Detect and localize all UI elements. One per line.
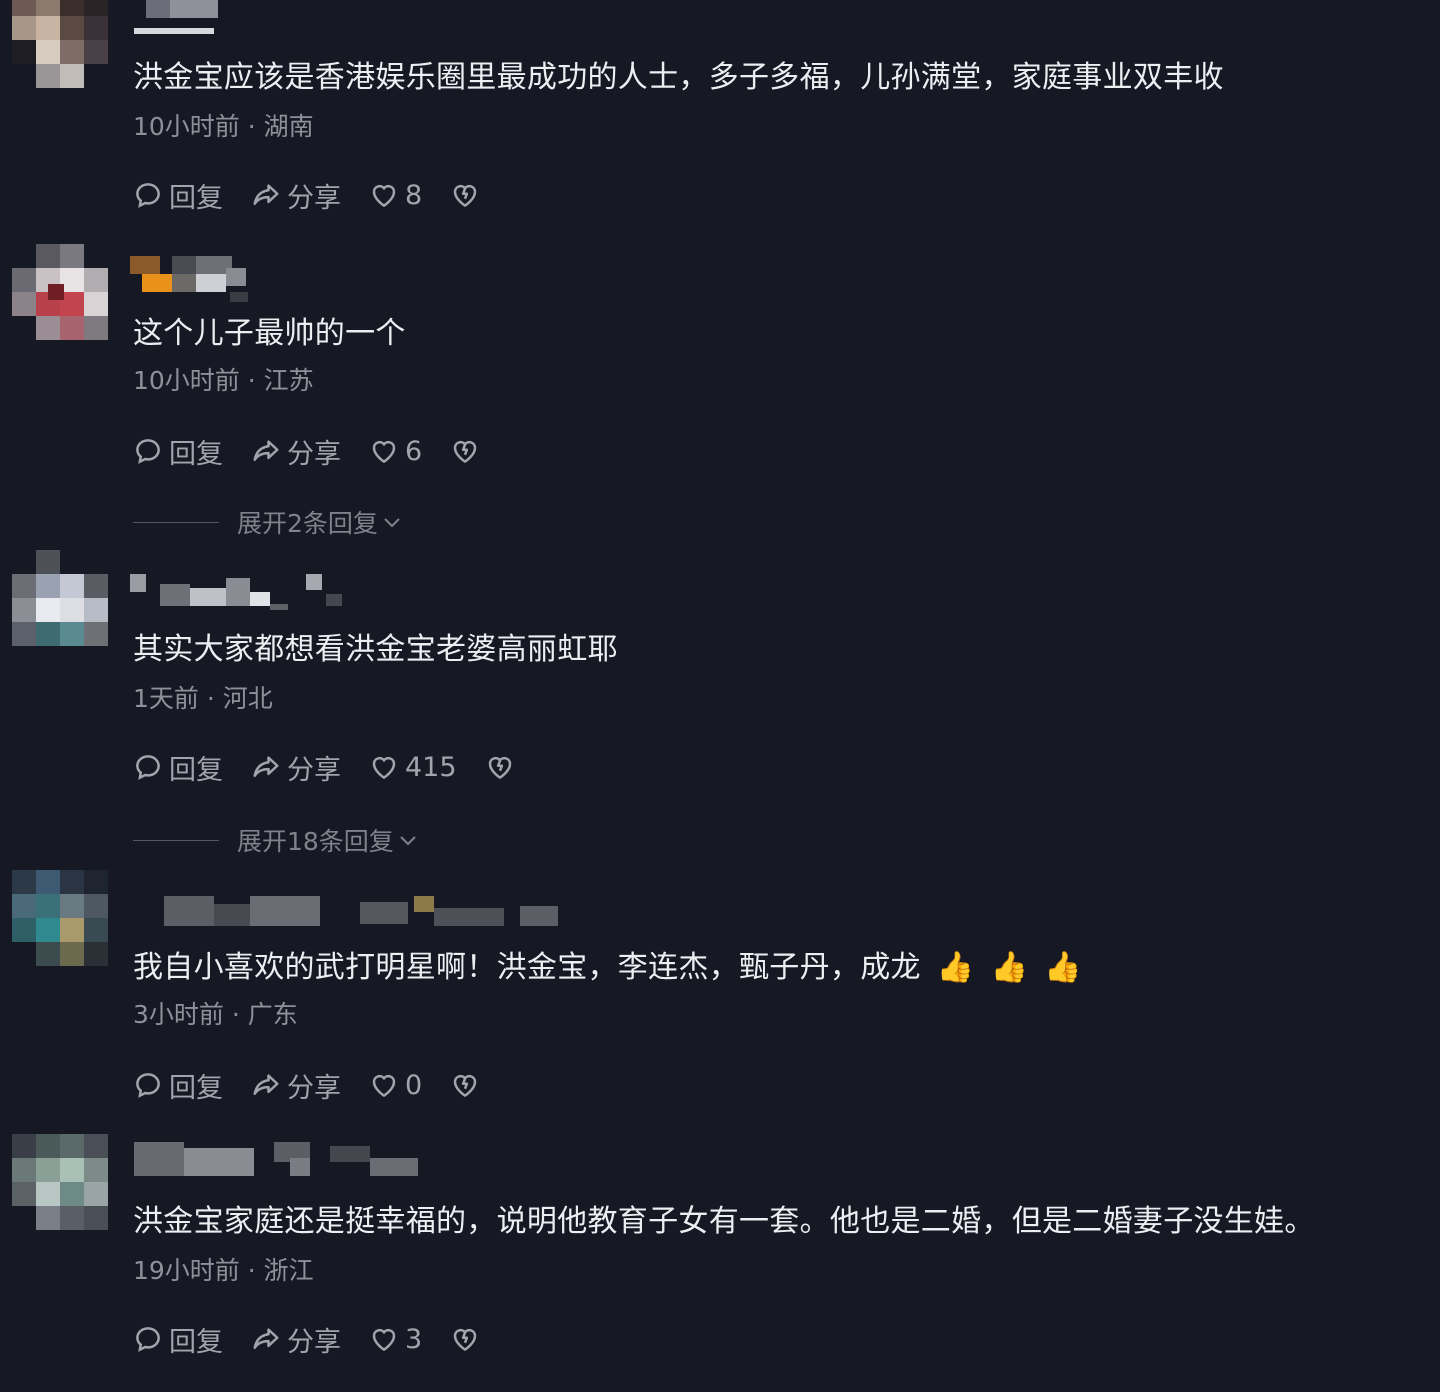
divider-line [133, 521, 219, 523]
comment-text: 我自小喜欢的武打明星啊！洪金宝，李连杰，甄子丹，成龙 👍 👍 👍 [133, 948, 1082, 988]
heart-icon [372, 440, 396, 464]
reply-label: 回复 [169, 1072, 223, 1104]
comment-item: 洪金宝应该是香港娱乐圈里最成功的人士，多子多福，儿孙满堂，家庭事业双丰收 10小… [0, 0, 1440, 230]
heart-icon [372, 1328, 396, 1352]
like-button[interactable]: 415 [369, 752, 457, 783]
comment-bubble-icon [136, 1073, 160, 1098]
comment-bubble-icon [136, 439, 160, 464]
comment-item: 这个儿子最帅的一个 10小时前 · 江苏 回复 分享 6 展开2条回复 [0, 238, 1440, 558]
like-count: 6 [405, 435, 423, 467]
like-count: 0 [405, 1069, 423, 1101]
broken-heart-icon [453, 1074, 477, 1097]
heart-icon [372, 756, 396, 780]
comment-time-location: 19小时前 · 浙江 [133, 1256, 314, 1285]
divider-line [133, 839, 219, 841]
comment-bubble-icon [136, 1327, 160, 1352]
share-label: 分享 [287, 1326, 341, 1358]
share-arrow-icon [253, 756, 279, 777]
heart-icon [372, 1074, 396, 1098]
chevron-down-icon [384, 518, 400, 528]
share-button[interactable]: 分享 [251, 432, 341, 471]
reply-label: 回复 [169, 438, 223, 470]
expand-replies-label: 展开2条回复 [237, 509, 378, 538]
comment-actions: 回复 分享 415 [133, 748, 543, 787]
like-button[interactable]: 6 [369, 436, 422, 467]
dislike-button[interactable] [450, 436, 480, 466]
expand-replies-button[interactable]: 展开2条回复 [133, 505, 404, 539]
reply-label: 回复 [169, 182, 223, 214]
reply-button[interactable]: 回复 [133, 1320, 223, 1359]
share-label: 分享 [287, 438, 341, 470]
broken-heart-icon [453, 184, 477, 207]
broken-heart-icon [453, 1328, 477, 1351]
share-arrow-icon [253, 184, 279, 205]
comment-item: 洪金宝家庭还是挺幸福的，说明他教育子女有一套。他也是二婚，但是二婚妻子没生娃。 … [0, 1126, 1440, 1392]
username-blurred[interactable] [130, 574, 590, 610]
username-blurred[interactable] [130, 256, 590, 302]
comment-time-location: 3小时前 · 广东 [133, 1000, 298, 1029]
share-label: 分享 [287, 1072, 341, 1104]
expand-replies-label: 展开18条回复 [237, 827, 394, 856]
broken-heart-icon [453, 440, 477, 463]
share-label: 分享 [287, 182, 341, 214]
thumbs-up-emoji: 👍 [990, 950, 1029, 985]
reply-label: 回复 [169, 1326, 223, 1358]
chevron-down-icon [400, 836, 416, 846]
share-arrow-icon [253, 1074, 279, 1095]
avatar[interactable] [12, 1134, 108, 1230]
like-count: 8 [405, 179, 423, 211]
reply-button[interactable]: 回复 [133, 432, 223, 471]
dislike-button[interactable] [485, 752, 515, 782]
reply-button[interactable]: 回复 [133, 1066, 223, 1105]
like-button[interactable]: 3 [369, 1324, 422, 1355]
comment-actions: 回复 分享 0 [133, 1066, 508, 1105]
like-count: 3 [405, 1323, 423, 1355]
reply-label: 回复 [169, 754, 223, 786]
share-button[interactable]: 分享 [251, 1066, 341, 1105]
comment-actions: 回复 分享 3 [133, 1320, 508, 1359]
thumbs-up-emoji: 👍 [1044, 950, 1082, 985]
heart-icon [372, 184, 396, 208]
comment-text-body: 我自小喜欢的武打明星啊！洪金宝，李连杰，甄子丹，成龙 [133, 950, 921, 985]
like-count: 415 [405, 751, 457, 783]
username-blurred[interactable] [130, 1142, 590, 1176]
share-button[interactable]: 分享 [251, 748, 341, 787]
comment-text: 洪金宝家庭还是挺幸福的，说明他教育子女有一套。他也是二婚，但是二婚妻子没生娃。 [133, 1204, 1315, 1239]
comment-time-location: 1天前 · 河北 [133, 684, 273, 713]
comment-bubble-icon [136, 755, 160, 780]
username-blurred[interactable] [130, 896, 590, 930]
share-arrow-icon [253, 1328, 279, 1349]
comment-time-location: 10小时前 · 江苏 [133, 366, 314, 395]
dislike-button[interactable] [450, 1070, 480, 1100]
avatar[interactable] [12, 0, 108, 88]
like-button[interactable]: 8 [369, 180, 422, 211]
comment-text: 洪金宝应该是香港娱乐圈里最成功的人士，多子多福，儿孙满堂，家庭事业双丰收 [133, 60, 1224, 95]
thumbs-up-emoji: 👍 [936, 950, 975, 985]
dislike-button[interactable] [450, 1324, 480, 1354]
comment-text: 其实大家都想看洪金宝老婆高丽虹耶 [133, 632, 618, 667]
comment-actions: 回复 分享 6 [133, 432, 508, 471]
comment-item: 其实大家都想看洪金宝老婆高丽虹耶 1天前 · 河北 回复 分享 415 展开18… [0, 550, 1440, 876]
like-button[interactable]: 0 [369, 1070, 422, 1101]
comment-time-location: 10小时前 · 湖南 [133, 112, 314, 141]
reply-button[interactable]: 回复 [133, 176, 223, 215]
share-arrow-icon [253, 440, 279, 461]
avatar[interactable] [12, 550, 108, 646]
share-label: 分享 [287, 754, 341, 786]
expand-replies-button[interactable]: 展开18条回复 [133, 823, 420, 857]
avatar[interactable] [12, 244, 108, 340]
share-button[interactable]: 分享 [251, 176, 341, 215]
avatar[interactable] [12, 870, 108, 966]
comment-item: 我自小喜欢的武打明星啊！洪金宝，李连杰，甄子丹，成龙 👍 👍 👍 3小时前 · 广东 … [0, 870, 1440, 1126]
reply-button[interactable]: 回复 [133, 748, 223, 787]
comment-text: 这个儿子最帅的一个 [133, 316, 406, 351]
broken-heart-icon [488, 756, 511, 779]
dislike-button[interactable] [450, 180, 480, 210]
comment-bubble-icon [136, 183, 160, 208]
share-button[interactable]: 分享 [251, 1320, 341, 1359]
username-blurred[interactable] [130, 0, 590, 34]
comment-actions: 回复 分享 8 [133, 176, 508, 215]
